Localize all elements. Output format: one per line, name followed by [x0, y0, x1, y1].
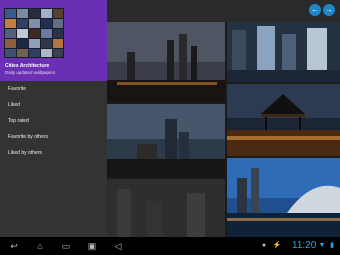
wallpaper-thumbnail[interactable] — [227, 158, 340, 237]
wallpaper-thumbnail[interactable] — [227, 22, 340, 82]
drawer-header: Cities Architecture Daily updated wallpa… — [0, 0, 107, 81]
menu-item-liked-by-others[interactable]: Liked by others — [0, 145, 107, 161]
app-subtitle: Daily updated wallpapers — [5, 70, 56, 75]
system-bar: ↩ ⌂ ▭ ▣ ◁ ● ⚡ 11:20 ▼ ▮ — [0, 237, 340, 255]
home-icon[interactable]: ⌂ — [32, 237, 48, 255]
app-collage-image — [4, 8, 64, 58]
app-title: Cities Architecture — [5, 63, 50, 69]
back-icon[interactable]: ↩ — [6, 237, 22, 255]
arrow-left-icon[interactable]: ← — [309, 4, 321, 16]
usb-icon: ⚡ — [272, 242, 282, 249]
menu-item-liked[interactable]: Liked — [0, 97, 107, 113]
screenshot-icon[interactable]: ▣ — [84, 237, 100, 255]
menu-item-top-rated[interactable]: Top rated — [0, 113, 107, 129]
chat-icon: ● — [261, 242, 267, 249]
wifi-icon: ▼ — [318, 242, 326, 249]
wallpaper-thumbnail[interactable] — [227, 84, 340, 156]
navigation-drawer: Cities Architecture Daily updated wallpa… — [0, 0, 107, 237]
volume-icon[interactable]: ◁ — [110, 237, 126, 255]
recent-apps-icon[interactable]: ▭ — [58, 237, 74, 255]
menu-item-favorite[interactable]: Favorite — [0, 81, 107, 97]
drawer-menu: Favorite Liked Top rated Favorite by oth… — [0, 81, 107, 161]
wallpaper-thumbnail[interactable] — [107, 22, 225, 102]
wallpaper-thumbnail[interactable] — [107, 104, 225, 177]
battery-icon: ▮ — [330, 242, 334, 249]
clock: 11:20 — [292, 240, 317, 251]
wallpaper-thumbnail[interactable] — [107, 179, 225, 237]
arrow-right-icon[interactable]: → — [323, 4, 335, 16]
menu-item-favorite-by-others[interactable]: Favorite by others — [0, 129, 107, 145]
